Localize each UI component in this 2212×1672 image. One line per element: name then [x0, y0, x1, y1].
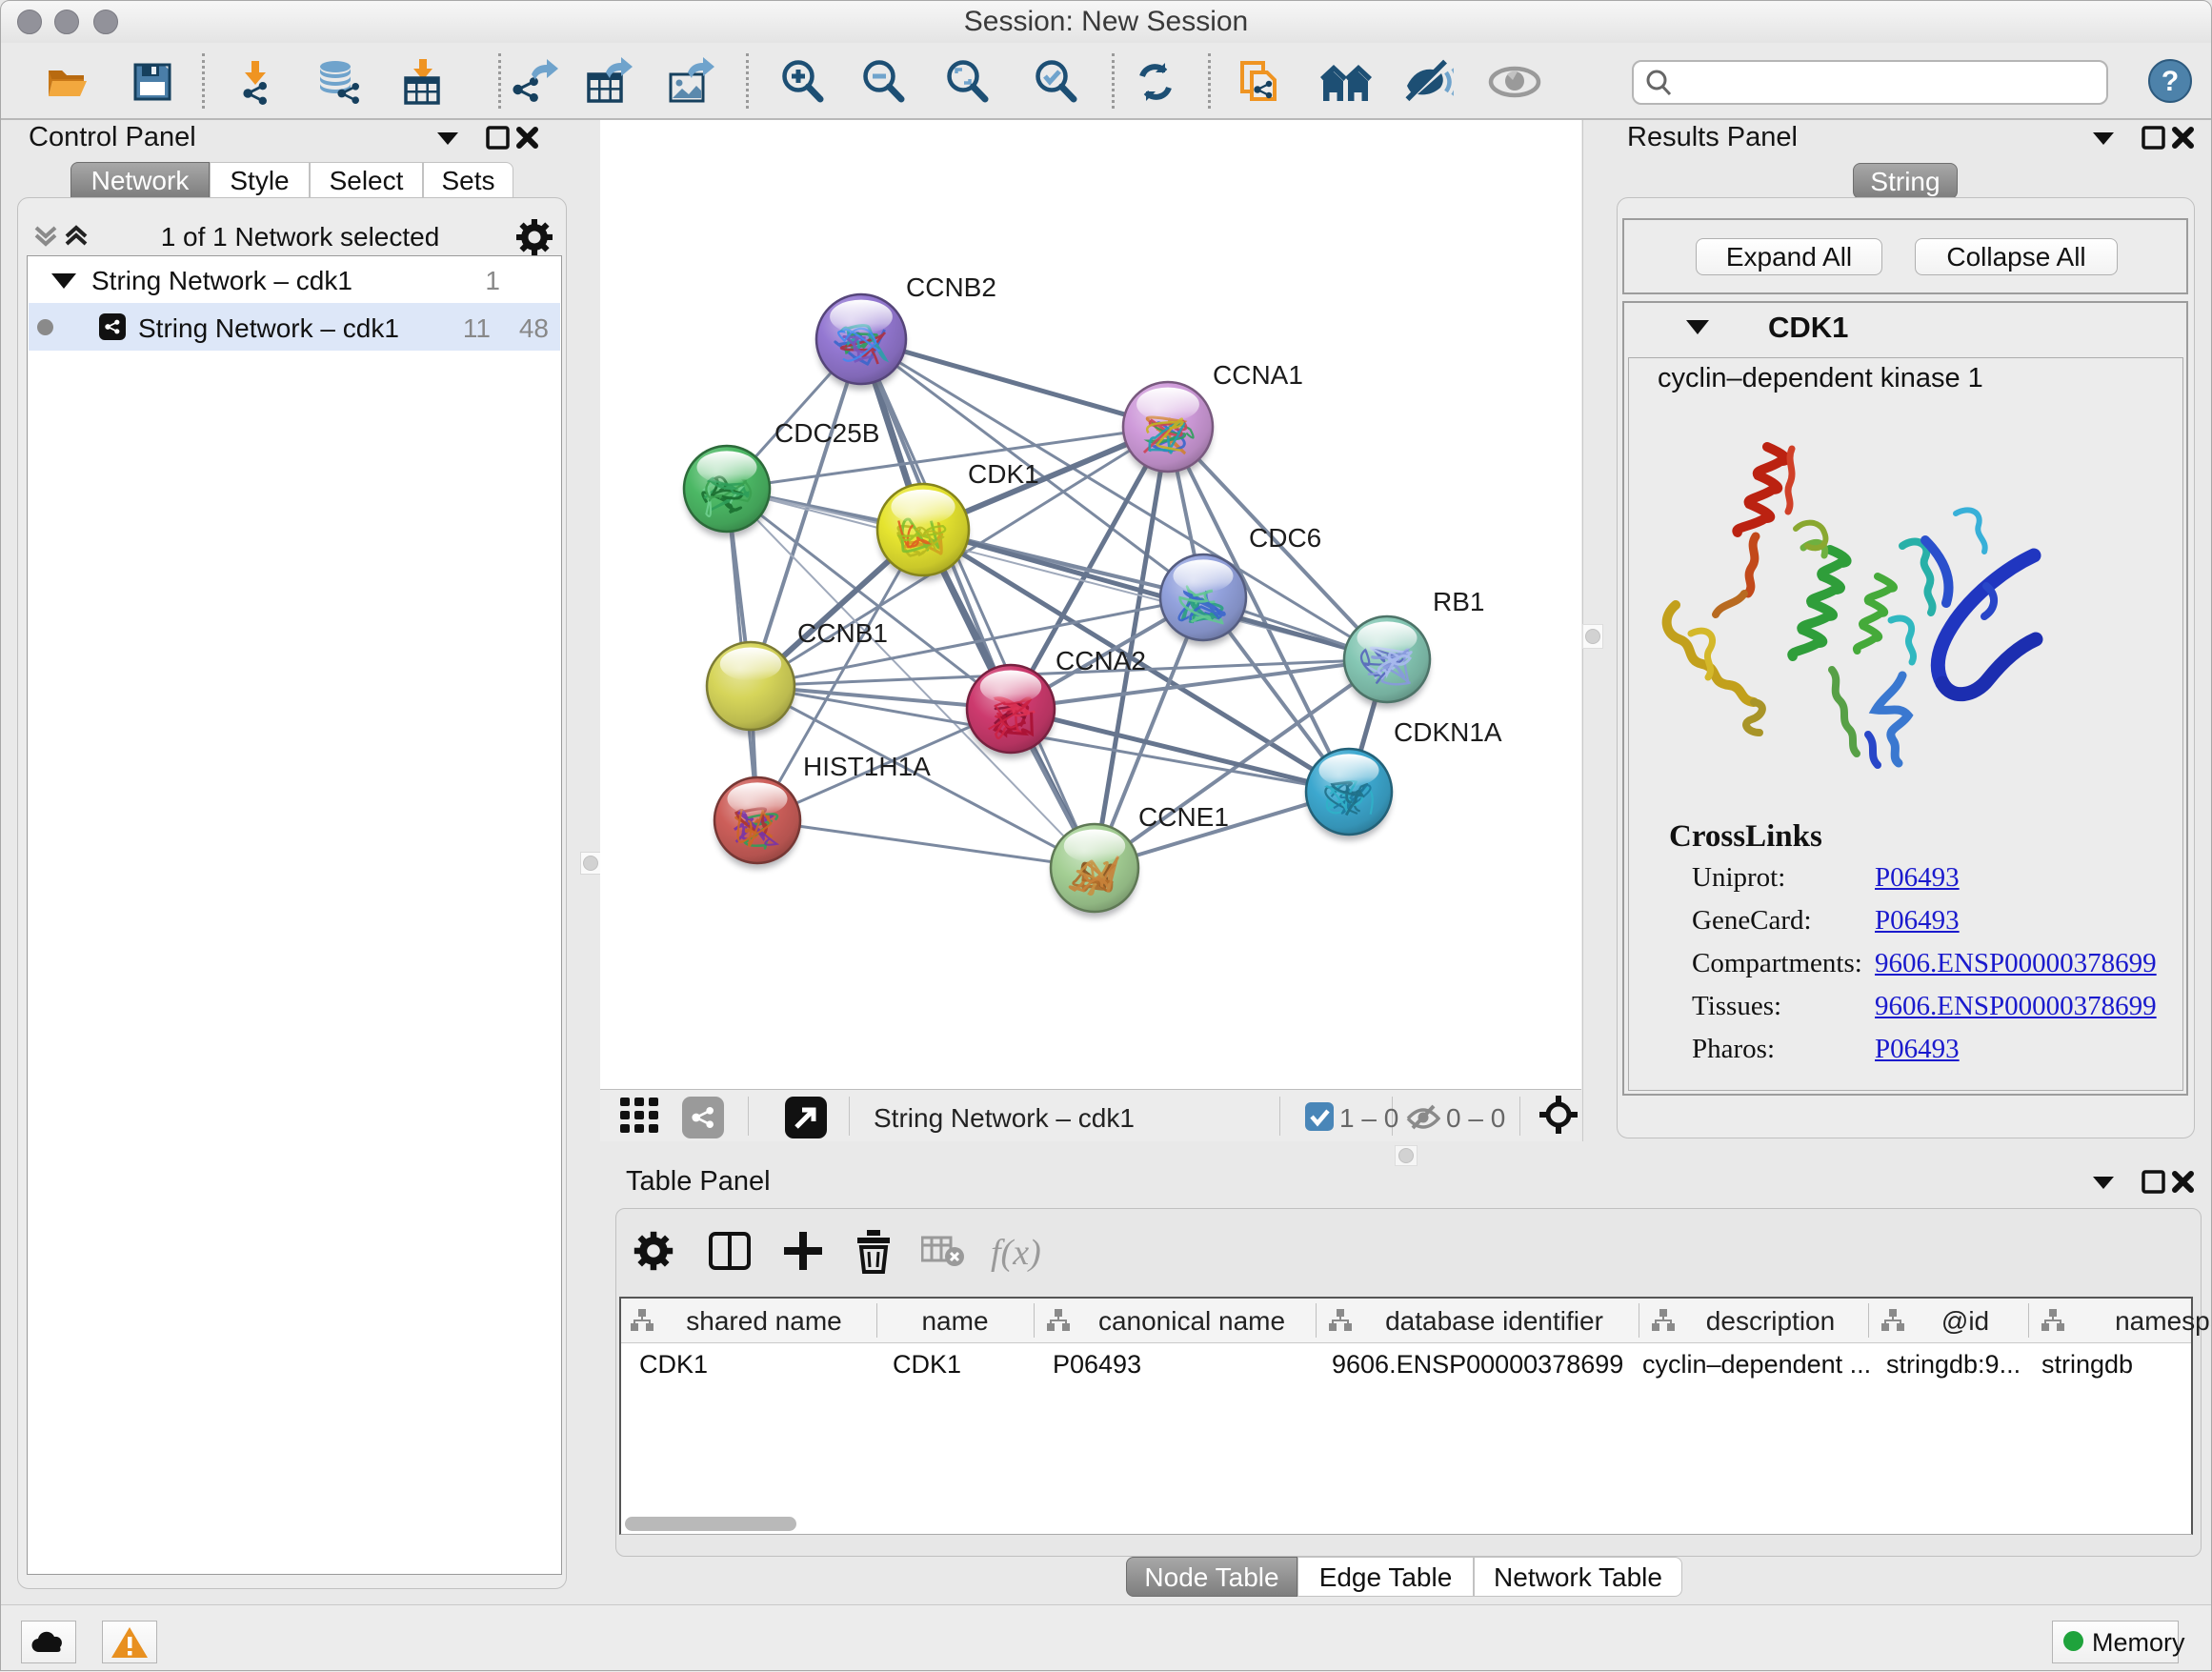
svg-text:CCNE1: CCNE1: [1138, 802, 1229, 832]
svg-text:CCNB1: CCNB1: [797, 618, 888, 648]
svg-text:HIST1H1A: HIST1H1A: [803, 752, 931, 781]
svg-text:CDC25B: CDC25B: [774, 418, 879, 448]
svg-text:CCNB2: CCNB2: [906, 272, 996, 302]
svg-text:CCNA1: CCNA1: [1213, 360, 1303, 390]
svg-text:RB1: RB1: [1433, 587, 1484, 616]
svg-text:CCNA2: CCNA2: [1056, 646, 1146, 675]
svg-text:CDKN1A: CDKN1A: [1394, 717, 1502, 747]
svg-text:?: ?: [2162, 66, 2179, 97]
svg-text:CDK1: CDK1: [968, 459, 1039, 489]
svg-text:CDC6: CDC6: [1249, 523, 1321, 553]
